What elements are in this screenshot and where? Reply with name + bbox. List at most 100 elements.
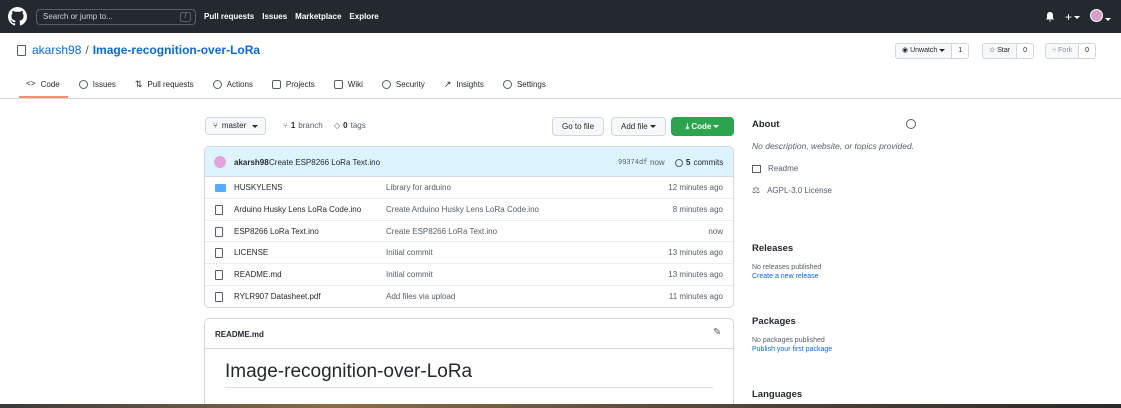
commit-author[interactable]: akarsh98 xyxy=(234,158,269,167)
file-name-link[interactable]: ESP8266 LoRa Text.ino xyxy=(234,227,319,236)
star-button[interactable]: ☆ Star xyxy=(982,43,1018,59)
code-icon: <> xyxy=(26,79,36,89)
tab-projects[interactable]: Projects xyxy=(271,77,315,91)
chevron-down-icon xyxy=(649,125,656,129)
tab-insights[interactable]: ↗ Insights xyxy=(444,77,484,91)
branches-link[interactable]: ⑂ 1 branch xyxy=(283,121,323,130)
search-placeholder: Search or jump to... xyxy=(43,12,113,21)
fork-group: ⑂ Fork 0 xyxy=(1045,43,1097,59)
tag-icon: ◇ xyxy=(334,121,341,130)
add-file-button[interactable]: Add file xyxy=(611,117,666,136)
file-row: README.md Initial commit 13 minutes ago xyxy=(205,264,733,286)
avatar xyxy=(1090,9,1103,22)
tab-security-label: Security xyxy=(395,79,425,89)
file-row: RYLR907 Datasheet.pdf Add files via uplo… xyxy=(205,286,733,307)
book-icon xyxy=(752,164,761,173)
file-icon xyxy=(215,204,223,215)
nav-marketplace[interactable]: Marketplace xyxy=(295,12,341,21)
file-commit-message[interactable]: Create Arduino Husky Lens LoRa Code.ino xyxy=(386,205,539,214)
code-download-button[interactable]: ⤓ Code xyxy=(671,117,734,136)
tag-count: 0 xyxy=(343,121,348,130)
bell-icon[interactable] xyxy=(1045,11,1055,22)
about-section: About No description, website, or topics… xyxy=(752,119,916,196)
chevron-down-icon xyxy=(713,125,720,129)
file-row: Arduino Husky Lens LoRa Code.ino Create … xyxy=(205,199,733,221)
user-avatar-menu[interactable] xyxy=(1090,9,1111,24)
publish-package-link[interactable]: Publish your first package xyxy=(752,346,916,353)
languages-section: Languages xyxy=(752,389,916,400)
file-name-link[interactable]: LICENSE xyxy=(234,248,268,257)
file-row: ESP8266 LoRa Text.ino Create ESP8266 LoR… xyxy=(205,221,733,243)
file-commit-message[interactable]: Initial commit xyxy=(386,248,433,257)
commit-message[interactable]: Create ESP8266 LoRa Text.ino xyxy=(269,158,380,167)
repo-name-link[interactable]: Image-recognition-over-LoRa xyxy=(93,43,260,57)
pull-request-icon: ⇅ xyxy=(134,78,143,89)
history-icon xyxy=(675,158,683,167)
star-group: ☆ Star 0 xyxy=(982,43,1034,59)
readme-filename[interactable]: README.md xyxy=(215,330,264,339)
readme-link[interactable]: Readme xyxy=(752,164,916,173)
file-commit-message[interactable]: Create ESP8266 LoRa Text.ino xyxy=(386,227,497,236)
branch-icon: ⑂ xyxy=(213,121,218,130)
fork-count[interactable]: 0 xyxy=(1079,43,1097,59)
readme-heading: Image-recognition-over-LoRa xyxy=(225,361,473,382)
star-count[interactable]: 0 xyxy=(1017,43,1034,59)
gear-icon xyxy=(502,79,512,89)
tab-actions[interactable]: Actions xyxy=(212,77,253,91)
nav-issues[interactable]: Issues xyxy=(262,12,287,21)
branch-name: master xyxy=(221,121,247,130)
file-age: 12 minutes ago xyxy=(668,183,723,192)
tab-code-label: Code xyxy=(40,79,60,89)
create-release-link[interactable]: Create a new release xyxy=(752,273,916,280)
packages-title[interactable]: Packages xyxy=(752,316,916,327)
repo-tabs: <> Code Issues ⇅ Pull requests Actions Pro… xyxy=(26,77,546,91)
tab-settings[interactable]: Settings xyxy=(502,77,546,91)
file-name-link[interactable]: README.md xyxy=(234,270,282,279)
tab-issues[interactable]: Issues xyxy=(78,77,116,91)
nav-explore[interactable]: Explore xyxy=(349,12,378,21)
pencil-icon[interactable]: ✎ xyxy=(713,328,723,338)
releases-title[interactable]: Releases xyxy=(752,243,916,254)
github-logo-icon[interactable] xyxy=(8,7,27,26)
license-link[interactable]: ⚖ AGPL-3.0 License xyxy=(752,185,916,196)
active-tab-indicator xyxy=(19,96,68,98)
file-name-link[interactable]: HUSKYLENS xyxy=(234,183,282,192)
commit-count: 5 xyxy=(686,158,691,167)
tab-actions-label: Actions xyxy=(226,79,253,89)
project-icon xyxy=(271,79,281,89)
file-name-link[interactable]: RYLR907 Datasheet.pdf xyxy=(234,292,321,301)
tags-link[interactable]: ◇ 0 tags xyxy=(334,121,366,130)
packages-section: Packages No packages published Publish y… xyxy=(752,316,916,353)
fork-button[interactable]: ⑂ Fork xyxy=(1045,43,1080,59)
code-button-label: Code xyxy=(691,122,712,131)
tab-wiki[interactable]: Wiki xyxy=(333,77,363,91)
go-to-file-button[interactable]: Go to file xyxy=(552,117,605,136)
commit-hash[interactable]: 99374df xyxy=(618,159,647,167)
file-commit-message[interactable]: Add files via upload xyxy=(386,292,455,301)
nav-pull-requests[interactable]: Pull requests xyxy=(204,12,254,21)
repo-header: akarsh98 / Image-recognition-over-LoRa ◉… xyxy=(0,33,1121,99)
tab-issues-label: Issues xyxy=(92,79,116,89)
unwatch-button[interactable]: ◉ Unwatch xyxy=(895,43,953,59)
plus-icon[interactable]: + xyxy=(1065,11,1080,23)
tab-security[interactable]: Security xyxy=(381,77,425,91)
avatar[interactable] xyxy=(214,156,226,168)
latest-commit: akarsh98 Create ESP8266 LoRa Text.ino 99… xyxy=(205,147,733,177)
file-row: LICENSE Initial commit 13 minutes ago xyxy=(205,242,733,265)
star-label: Star xyxy=(997,47,1011,54)
file-age: 8 minutes ago xyxy=(672,204,723,214)
readme-link-label: Readme xyxy=(768,164,799,173)
tab-code[interactable]: <> Code xyxy=(26,77,60,91)
book-icon xyxy=(333,79,343,89)
file-commit-message[interactable]: Library for arduino xyxy=(386,183,451,192)
search-input[interactable]: Search or jump to... / xyxy=(36,9,196,25)
tab-pull-requests[interactable]: ⇅ Pull requests xyxy=(135,77,194,91)
watch-count[interactable]: 1 xyxy=(952,43,970,59)
commits-link[interactable]: 5 commits xyxy=(675,158,723,167)
repo-description: No description, website, or topics provi… xyxy=(752,141,915,151)
file-name-link[interactable]: Arduino Husky Lens LoRa Code.ino xyxy=(234,205,361,214)
branch-icon: ⑂ xyxy=(283,121,288,130)
branch-select-button[interactable]: ⑂ master xyxy=(205,117,267,135)
file-commit-message[interactable]: Initial commit xyxy=(386,270,433,279)
repo-owner-link[interactable]: akarsh98 xyxy=(32,43,81,57)
